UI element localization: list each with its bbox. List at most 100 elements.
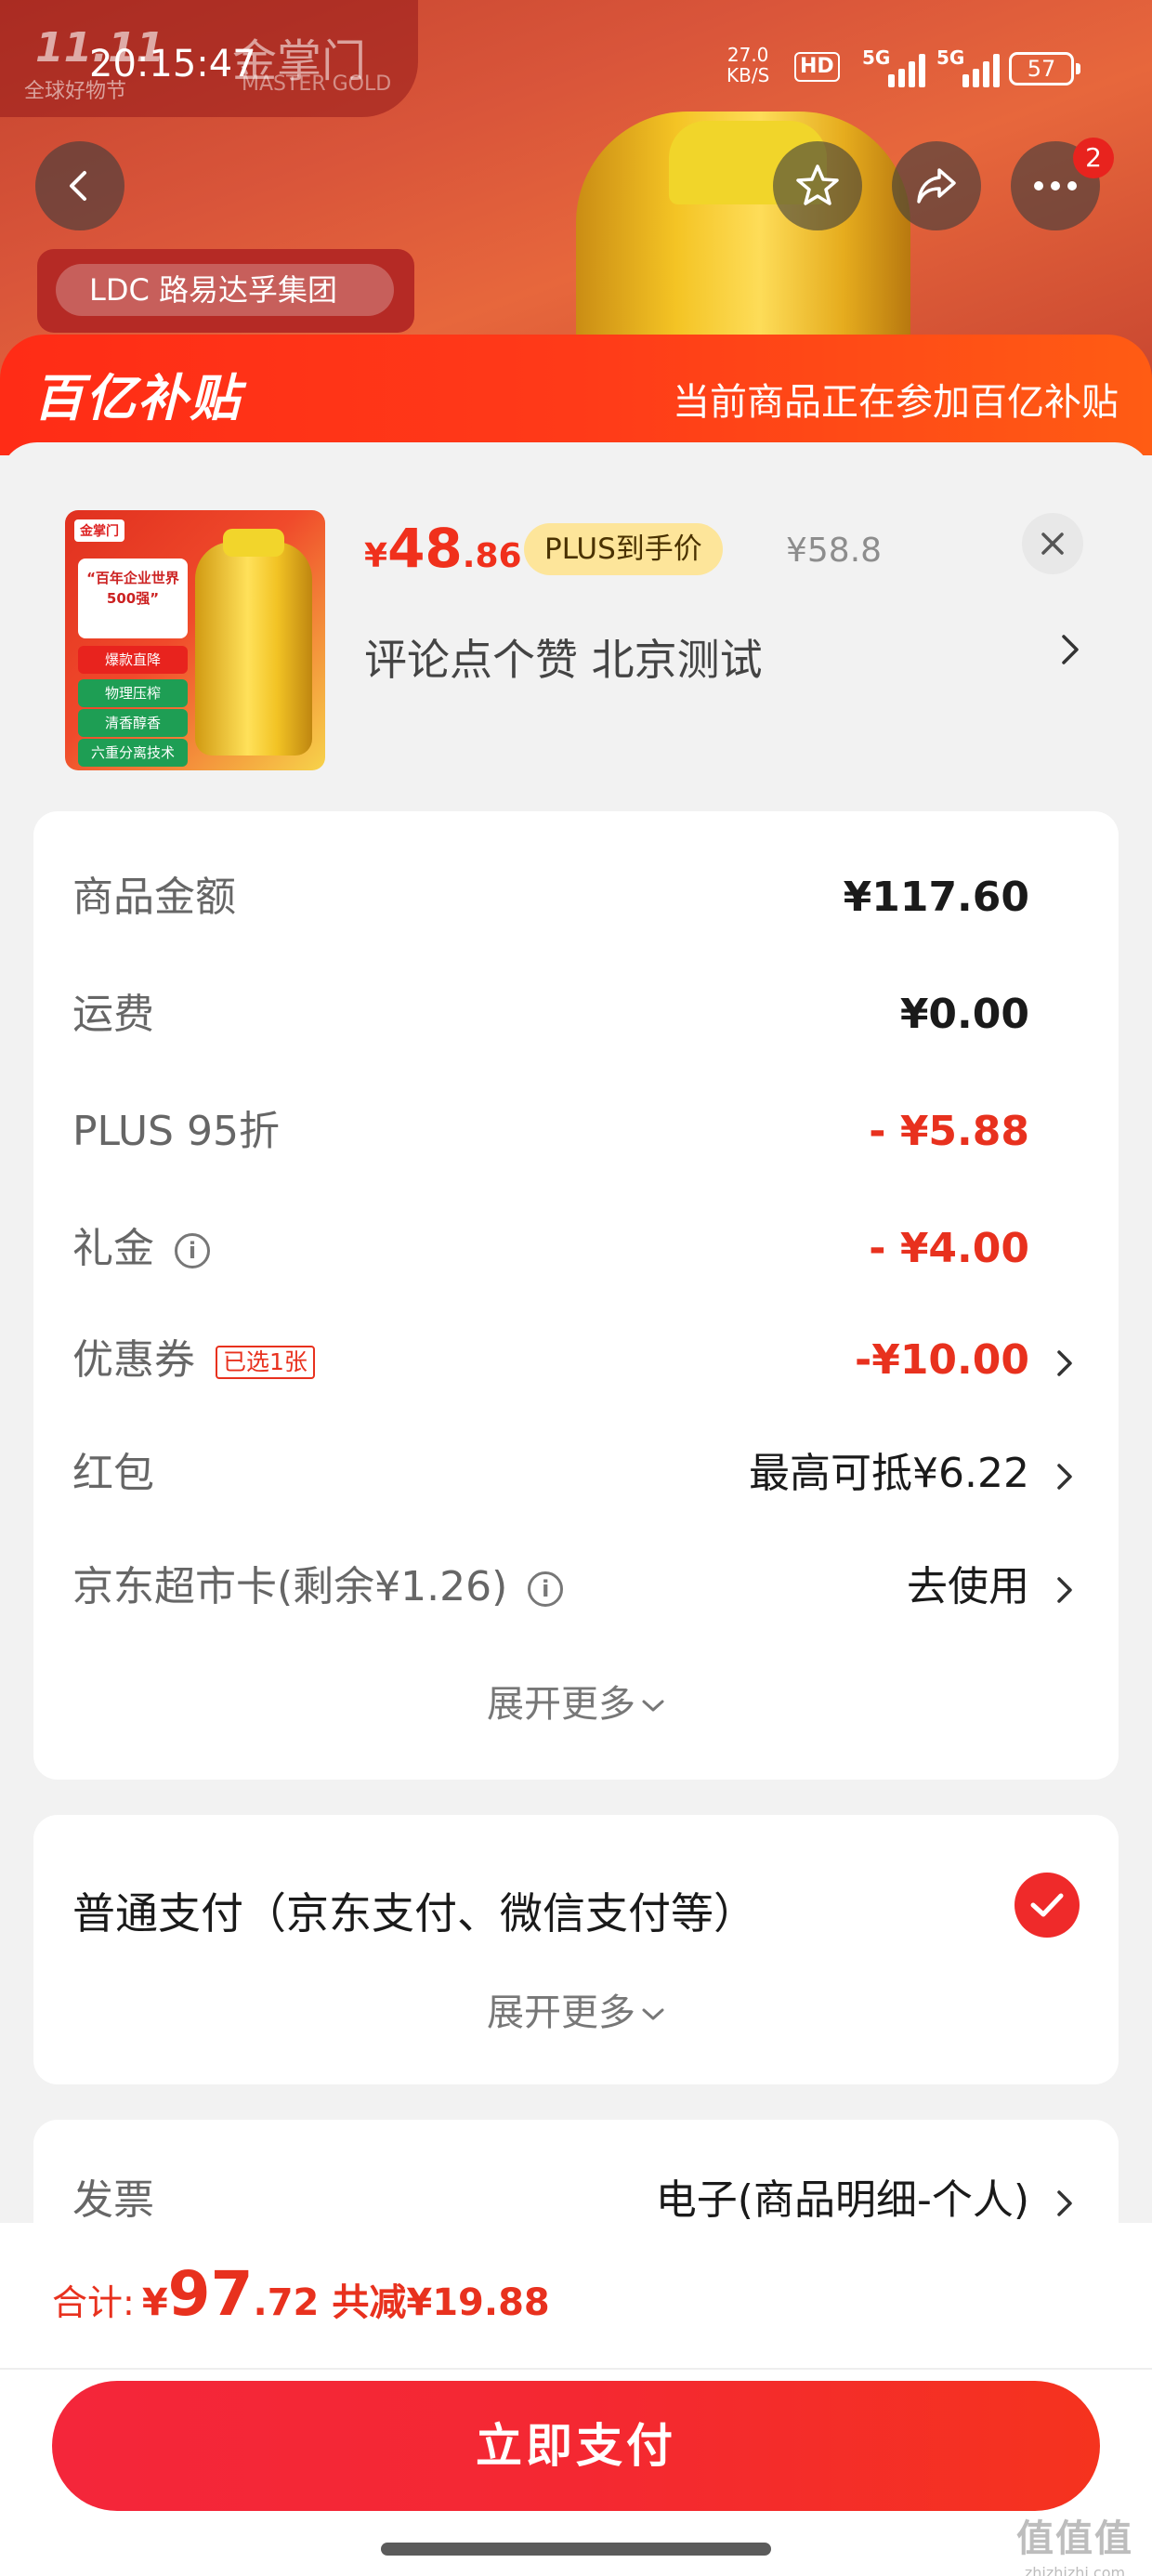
plus-price-tag: PLUS到手价	[524, 523, 723, 575]
network-speed-unit: KB/S	[727, 64, 770, 86]
price-currency: ¥	[364, 537, 388, 575]
row-value: 最高可抵¥6.22	[749, 1450, 1029, 1497]
total-decimal: .72	[253, 2281, 320, 2324]
expand-more-label: 展开更多	[487, 1683, 635, 1726]
info-icon[interactable]: i	[528, 1571, 564, 1607]
row-value: - ¥5.88	[869, 1108, 1029, 1155]
order-total: 合计: ¥97.72 共减¥19.88	[52, 2258, 550, 2330]
signal-bars-icon-2	[962, 52, 1009, 87]
thumb-tag-3: 清香醇香	[78, 709, 188, 737]
subsidy-header: 百亿补贴 当前商品正在参加百亿补贴	[0, 335, 1152, 455]
thumb-cap-image	[223, 529, 284, 557]
price-integer: 48	[387, 517, 463, 580]
chevron-right-icon	[1057, 2190, 1072, 2216]
row-label: 运费	[72, 991, 154, 1038]
share-button[interactable]	[892, 141, 981, 230]
original-price: ¥58.8	[786, 532, 883, 570]
message-count-badge: 2	[1073, 138, 1114, 178]
watermark-url: zhizhizhi.com	[1024, 2564, 1126, 2576]
back-arrow-icon	[70, 171, 86, 201]
row-value: -¥10.00	[854, 1336, 1029, 1384]
row-goods-amount: 商品金额 ¥117.60	[33, 865, 1119, 930]
hd-icon: HD	[794, 52, 840, 82]
checkout-footer: 合计: ¥97.72 共减¥19.88 立即支付 值值值 zhizhizhi.com	[0, 2223, 1152, 2576]
clock: 20:15:47	[89, 43, 256, 85]
pay-now-button[interactable]: 立即支付	[52, 2381, 1100, 2511]
row-label-text: 优惠券	[72, 1336, 195, 1384]
signal-bars-icon	[888, 52, 935, 87]
row-value: - ¥4.00	[869, 1225, 1029, 1272]
row-label: PLUS 95折	[72, 1108, 280, 1155]
row-gift-money: 礼金 i - ¥4.00	[33, 1216, 1119, 1281]
total-integer: 97	[167, 2258, 254, 2330]
expand-more-button[interactable]: 展开更多	[33, 1674, 1119, 1728]
home-indicator[interactable]	[381, 2543, 771, 2556]
thumb-tag-4: 六重分离技术	[78, 739, 188, 767]
row-red-packet[interactable]: 红包 最高可抵¥6.22	[33, 1441, 1119, 1506]
subsidy-note: 当前商品正在参加百亿补贴	[673, 381, 1119, 424]
row-label: 红包	[72, 1450, 154, 1497]
product-name[interactable]: 评论点个赞 北京测试	[364, 626, 763, 688]
row-label-text: 礼金	[72, 1225, 154, 1272]
total-savings: 共减¥19.88	[332, 2281, 550, 2324]
payment-selected-checkbox[interactable]	[1015, 1873, 1080, 1938]
row-label: 商品金额	[72, 874, 236, 921]
chevron-right-icon[interactable]	[1059, 632, 1081, 667]
price-decimal: .86	[462, 537, 522, 575]
row-label: 礼金 i	[72, 1216, 210, 1281]
footer-divider	[0, 2368, 1152, 2370]
coupon-selected-tag: 已选1张	[216, 1346, 315, 1379]
battery-icon: 57	[1009, 52, 1080, 85]
payment-expand-more-button[interactable]: 展开更多	[33, 1982, 1119, 2036]
star-icon	[796, 164, 839, 205]
status-bar: 20:15:47 27.0 KB/S HD 5G 5G 57	[0, 28, 1152, 102]
network-speed: 27.0 KB/S	[727, 45, 769, 85]
more-icon	[1034, 181, 1077, 191]
check-icon	[1030, 1893, 1064, 1917]
close-icon	[1041, 532, 1064, 555]
signal-label-1: 5G	[862, 46, 891, 69]
chevron-down-icon	[642, 2008, 664, 2020]
thumb-tag-1: 爆款直降	[78, 646, 188, 674]
product-thumbnail[interactable]: 金掌门 “百年企业世界500强” 爆款直降 物理压榨 清香醇香 六重分离技术	[65, 510, 325, 770]
chevron-right-icon	[1057, 1577, 1072, 1603]
row-supermarket-card[interactable]: 京东超市卡(剩余¥1.26) i 去使用	[33, 1555, 1119, 1620]
product-price: ¥48.86	[364, 517, 522, 582]
total-currency: ¥	[141, 2281, 168, 2324]
thumb-slogan-box: “百年企业世界500强”	[78, 559, 188, 638]
info-icon[interactable]: i	[175, 1233, 210, 1268]
subsidy-logo: 百亿补贴	[33, 369, 242, 427]
total-label: 合计:	[52, 2282, 135, 2323]
chevron-right-icon	[1057, 1350, 1072, 1376]
row-label: 优惠券 已选1张	[72, 1328, 315, 1393]
network-speed-value: 27.0	[727, 44, 769, 66]
expand-more-label: 展开更多	[487, 1991, 635, 2034]
row-shipping: 运费 ¥0.00	[33, 982, 1119, 1047]
watermark-logo: 值值值	[1016, 2517, 1133, 2560]
share-icon	[917, 168, 956, 204]
price-breakdown-card: 商品金额 ¥117.60 运费 ¥0.00 PLUS 95折 - ¥5.88 礼…	[33, 811, 1119, 1780]
watermark: 值值值 zhizhizhi.com	[1016, 2518, 1133, 2576]
ldc-label: LDC 路易达孚集团	[56, 264, 394, 316]
row-plus-discount: PLUS 95折 - ¥5.88	[33, 1099, 1119, 1164]
back-button[interactable]	[35, 141, 124, 230]
ldc-banner: LDC 路易达孚集团	[37, 249, 414, 333]
checkout-page: 11.11 全球好物节 金掌门 MASTER GOLD LDC 路易达孚集团 2…	[0, 0, 1152, 2576]
thumb-bottle-image	[195, 542, 312, 756]
row-value: ¥0.00	[899, 991, 1029, 1038]
signal-label-2: 5G	[936, 46, 965, 69]
close-button[interactable]	[1022, 513, 1083, 574]
payment-method-card: 普通支付（京东支付、微信支付等） 展开更多	[33, 1815, 1119, 2084]
row-value: 去使用	[907, 1563, 1029, 1610]
row-label-text: 京东超市卡(剩余¥1.26)	[72, 1563, 508, 1610]
chevron-down-icon	[642, 1700, 664, 1712]
row-coupon[interactable]: 优惠券 已选1张 -¥10.00	[33, 1328, 1119, 1393]
payment-method-label[interactable]: 普通支付（京东支付、微信支付等）	[72, 1880, 756, 1941]
row-label: 京东超市卡(剩余¥1.26) i	[72, 1555, 564, 1620]
thumb-tag-2: 物理压榨	[78, 679, 188, 707]
thumb-brand-tag: 金掌门	[74, 519, 124, 542]
thumb-slogan: “百年企业世界500强”	[86, 570, 179, 607]
row-value: ¥117.60	[843, 874, 1029, 921]
favorite-button[interactable]	[773, 141, 862, 230]
chevron-right-icon	[1057, 1464, 1072, 1490]
